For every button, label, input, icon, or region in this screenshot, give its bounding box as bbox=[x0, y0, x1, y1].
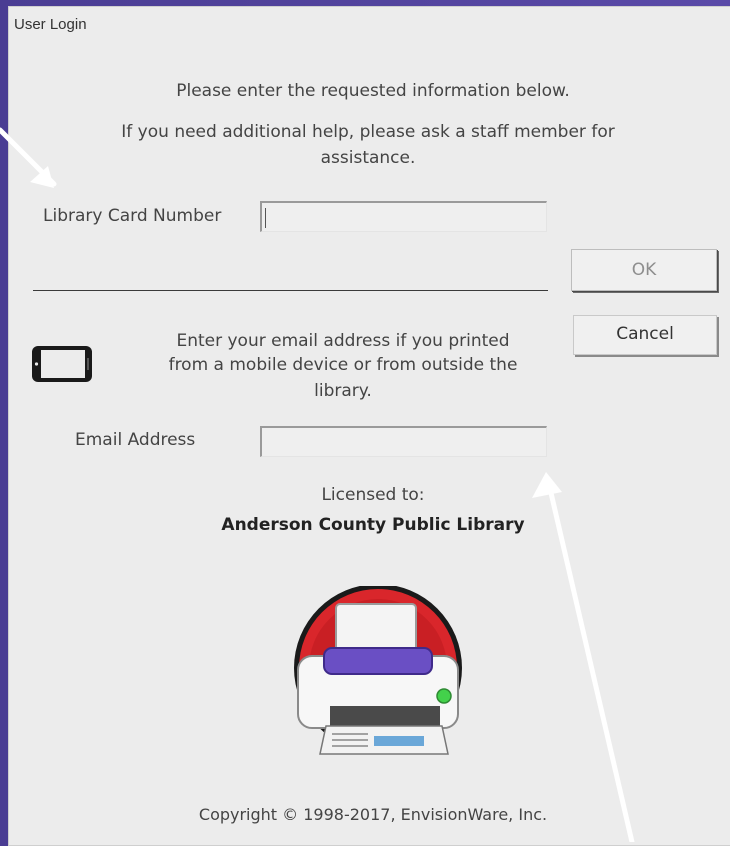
mobile-text-line-3: library. bbox=[314, 381, 372, 401]
mobile-text-line-1: Enter your email address if you printed bbox=[176, 331, 510, 351]
printer-logo-icon bbox=[294, 586, 462, 755]
cancel-button[interactable]: Cancel bbox=[573, 315, 717, 355]
copyright-text: Copyright © 1998-2017, EnvisionWare, Inc… bbox=[198, 805, 548, 824]
help-text-line-2: assistance. bbox=[320, 148, 416, 168]
ok-button[interactable]: OK bbox=[571, 249, 717, 291]
phone-icon bbox=[32, 346, 92, 382]
email-label: Email Address bbox=[75, 430, 196, 450]
mobile-text-line-2: from a mobile device or from outside the bbox=[168, 355, 518, 375]
instruction-text: Please enter the requested information b… bbox=[176, 81, 570, 101]
licensee-name: Anderson County Public Library bbox=[221, 515, 525, 535]
library-card-field[interactable] bbox=[260, 201, 547, 232]
library-card-label: Library Card Number bbox=[43, 206, 222, 226]
licensed-to-label: Licensed to: bbox=[321, 485, 425, 505]
user-login-window: User Login Please enter the requested in… bbox=[8, 6, 730, 846]
help-text-line-1: If you need additional help, please ask … bbox=[121, 122, 615, 142]
email-input[interactable] bbox=[262, 428, 546, 456]
email-field[interactable] bbox=[260, 426, 547, 457]
window-title: User Login bbox=[14, 16, 87, 33]
text-caret bbox=[265, 208, 266, 228]
library-card-input[interactable] bbox=[262, 203, 546, 231]
section-divider bbox=[33, 290, 548, 291]
